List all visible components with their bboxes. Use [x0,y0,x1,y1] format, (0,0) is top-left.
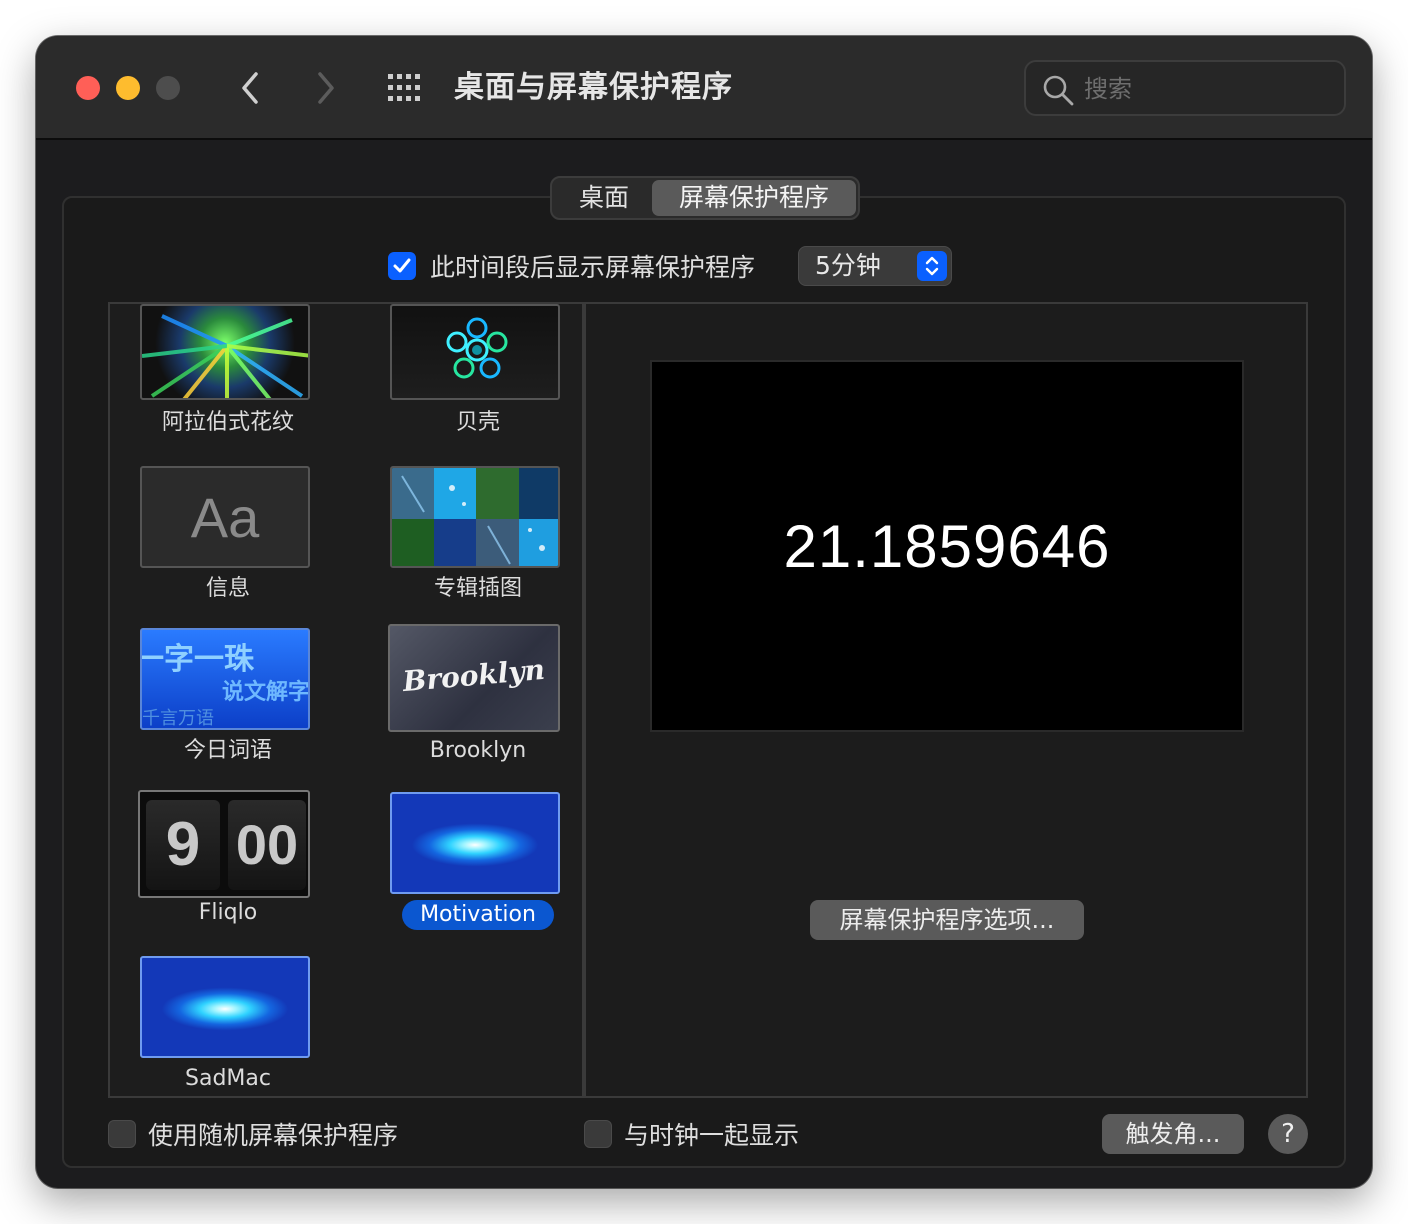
preview-screen: 21.1859646 [650,360,1244,732]
saver-name: SadMac [185,1066,271,1091]
saver-name: Brooklyn [429,738,527,763]
saver-item-shell[interactable]: 贝壳 [360,304,582,466]
preview-text: 21.1859646 [783,512,1111,580]
screen-saver-list[interactable]: 阿拉伯式花纹 贝壳 Aa 信息 专辑插图 一字一珠 说文解字 千言万语 今日词语… [108,302,584,1098]
brooklyn-thumbnail-text: Brooklyn [401,652,547,699]
saver-name: 阿拉伯式花纹 [161,410,294,435]
preview-pane: 21.1859646 屏幕保护程序选项... [584,302,1308,1098]
brooklyn-thumbnail: Brooklyn [388,624,560,732]
thumb-phrase-2: 说文解字 [222,680,310,705]
title-bar: 桌面与屏幕保护程序 [36,36,1372,140]
idle-time-checkbox[interactable] [388,252,416,280]
fliqlo-minute-card: 00 [228,800,306,890]
tab-screen-saver[interactable]: 屏幕保护程序 [652,180,856,216]
fliqlo-hour-card: 9 [146,800,220,890]
fliqlo-hour-text: 9 [165,810,201,879]
search-input[interactable] [1084,70,1334,108]
saver-item-brooklyn[interactable]: Brooklyn Brooklyn [360,624,582,792]
saver-name: Motivation [360,900,582,930]
stepper-arrows-icon [917,251,947,281]
sadmac-thumbnail [140,956,310,1058]
grid-icon [388,74,420,101]
tab-desktop[interactable]: 桌面 [556,180,652,216]
chevron-left-icon [242,72,258,104]
fliqlo-thumbnail: 9 00 [138,790,310,898]
hot-corners-button[interactable]: 触发角... [1102,1114,1244,1154]
show-with-clock-label: 与时钟一起显示 [624,1121,800,1150]
fliqlo-minute-text: 00 [235,813,299,876]
preferences-window: 桌面与屏幕保护程序 桌面 屏幕保护程序 此时间段后显示屏幕保护程序 5分钟 [36,36,1372,1188]
word-of-the-day-thumbnail: 一字一珠 说文解字 千言万语 [140,628,310,730]
window-title: 桌面与屏幕保护程序 [454,70,733,105]
minimize-window-button[interactable] [116,76,140,100]
saver-name: 专辑插图 [433,576,522,601]
segmented-tabs: 桌面 屏幕保护程序 [550,176,860,220]
thumb-phrase-3: 千言万语 [142,708,214,729]
saver-item-album-artwork[interactable]: 专辑插图 [360,466,582,630]
saver-name: Fliqlo [198,900,258,925]
back-button[interactable] [232,66,272,110]
thumb-phrase-1: 一字一珠 [140,642,254,677]
idle-time-select[interactable]: 5分钟 [798,246,952,286]
motivation-thumbnail [390,792,560,894]
saver-item-fliqlo[interactable]: 9 00 Fliqlo [110,790,346,954]
show-all-button[interactable] [386,72,426,104]
screen-saver-options-button[interactable]: 屏幕保护程序选项... [810,900,1084,940]
idle-time-value: 5分钟 [815,251,881,280]
zoom-window-button[interactable] [156,76,180,100]
album-artwork-thumbnail [390,466,560,568]
saver-item-message[interactable]: Aa 信息 [110,466,346,630]
saver-item-sadmac[interactable]: SadMac [110,954,346,1096]
search-icon [1043,75,1074,106]
saver-item-motivation[interactable]: Motivation [360,790,582,954]
arabesque-thumbnail [140,304,310,400]
saver-name: 今日词语 [183,738,272,763]
shell-thumbnail [390,304,560,400]
close-window-button[interactable] [76,76,100,100]
random-saver-label: 使用随机屏幕保护程序 [148,1121,399,1150]
saver-name: 贝壳 [455,410,500,435]
show-with-clock-checkbox[interactable] [584,1120,612,1148]
chevron-right-icon [318,72,334,104]
forward-button[interactable] [306,66,346,110]
help-button[interactable]: ? [1268,1114,1308,1154]
idle-time-label: 此时间段后显示屏幕保护程序 [430,253,756,282]
saver-name: 信息 [205,576,250,601]
saver-item-arabesque[interactable]: 阿拉伯式花纹 [110,304,346,466]
saver-item-word-of-the-day[interactable]: 一字一珠 说文解字 千言万语 今日词语 [110,628,346,792]
checkmark-icon [393,258,411,273]
random-saver-checkbox[interactable] [108,1120,136,1148]
message-thumbnail: Aa [140,466,310,568]
aa-thumbnail-text: Aa [190,486,260,549]
search-field[interactable] [1024,60,1346,116]
